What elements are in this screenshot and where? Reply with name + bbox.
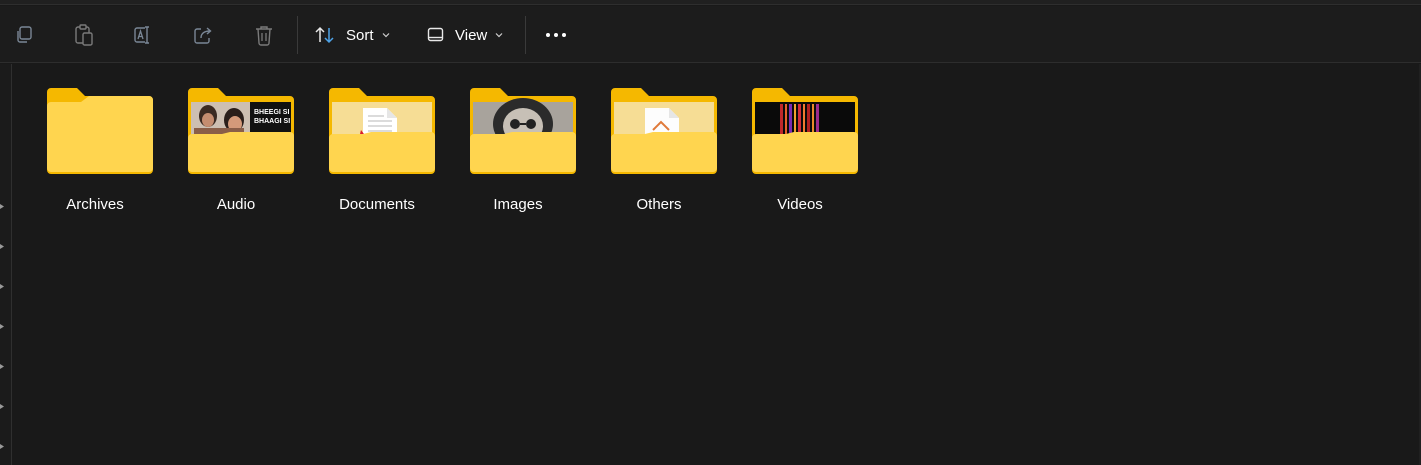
copy-button[interactable] [10, 20, 38, 50]
expand-chevron-icon[interactable] [0, 444, 4, 449]
chevron-down-icon [495, 33, 503, 38]
expand-chevron-icon[interactable] [0, 404, 4, 409]
folder-icon [752, 88, 858, 174]
folder-name: Archives [66, 196, 124, 213]
view-button[interactable]: View [427, 20, 511, 50]
share-button[interactable] [190, 20, 218, 50]
folder-item-documents[interactable]: Documents [314, 86, 440, 216]
folder-item-audio[interactable]: BHEEGI SI BHAAGI SI Audio [173, 86, 299, 216]
svg-text:BHAAGI SI: BHAAGI SI [254, 118, 290, 125]
folder-item-images[interactable]: Images [455, 86, 581, 216]
folder-name: Documents [339, 196, 415, 213]
navigation-pane-edge[interactable] [0, 64, 12, 465]
expand-chevron-icon[interactable] [0, 204, 4, 209]
more-options-icon [546, 33, 566, 37]
expand-chevron-icon[interactable] [0, 244, 4, 249]
folder-name: Audio [216, 196, 256, 213]
share-icon [194, 27, 212, 44]
folder-icon: BHEEGI SI BHAAGI SI [188, 88, 294, 174]
sort-icon [315, 26, 334, 44]
svg-text:BHEEGI SI: BHEEGI SI [254, 109, 289, 116]
folder-name: Others [636, 196, 682, 213]
folder-icon [47, 88, 153, 174]
folder-icon [329, 88, 435, 174]
view-label: View [455, 26, 488, 44]
delete-icon [256, 26, 272, 46]
rename-button[interactable] [130, 20, 158, 50]
folder-item-others[interactable]: Others [596, 86, 722, 216]
toolbar-separator [297, 16, 298, 54]
expand-chevron-icon[interactable] [0, 324, 4, 329]
expand-chevron-icon[interactable] [0, 284, 4, 289]
sort-button[interactable]: Sort [314, 20, 396, 50]
command-bar: Sort View [0, 6, 1421, 63]
chevron-down-icon [382, 33, 389, 38]
rename-icon [134, 26, 149, 44]
more-options-button[interactable] [540, 20, 572, 50]
folder-item-videos[interactable]: Videos [737, 86, 863, 216]
window-top-edge [0, 0, 1421, 5]
folder-item-archives[interactable]: Archives [32, 86, 158, 216]
paste-icon [75, 24, 93, 46]
view-icon [427, 27, 444, 42]
toolbar-separator [525, 16, 526, 54]
folder-icon [470, 88, 576, 174]
sort-label: Sort [346, 26, 374, 44]
copy-icon [17, 26, 32, 43]
folder-icon [611, 88, 717, 174]
paste-button[interactable] [70, 20, 98, 50]
folder-name: Images [493, 196, 543, 213]
folder-name: Videos [777, 196, 823, 213]
expand-chevron-icon[interactable] [0, 364, 4, 369]
delete-button[interactable] [250, 20, 278, 50]
